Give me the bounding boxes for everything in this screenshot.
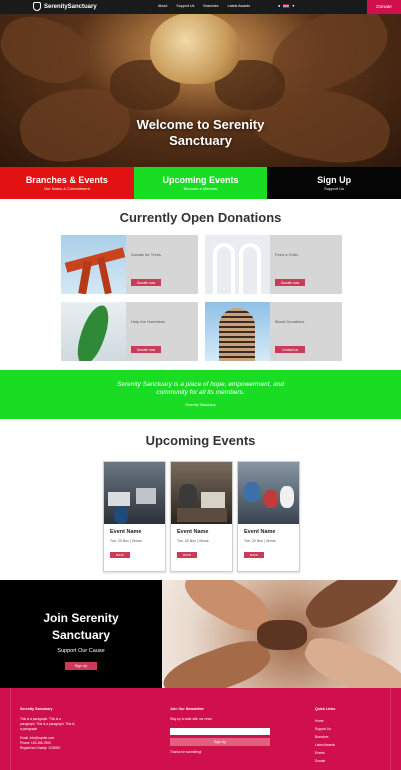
donate-now-button[interactable]: Donate now — [275, 279, 305, 286]
tile-title: Upcoming Events — [162, 175, 239, 185]
footer-about-heading: Serenity Sanctuary — [20, 707, 53, 711]
event-card: Event Name Tue, 20 Nov | Venue RSVP — [237, 461, 300, 572]
donation-card: Donate for Trees Donate now — [61, 235, 198, 294]
arm-shape — [257, 620, 307, 650]
events-title: Upcoming Events — [145, 433, 256, 448]
join-panel: Join Serenity Sanctuary Support Our Caus… — [0, 580, 162, 688]
newsletter-email-input[interactable] — [170, 728, 270, 735]
shield-icon — [33, 2, 41, 11]
newsletter-subtitle: Stay up to date with our news — [170, 717, 212, 721]
join-sign-up-button[interactable]: Sign Up — [65, 662, 97, 670]
tile-subtitle: Our Notes & Commitment — [43, 186, 90, 191]
contact-us-button[interactable]: Contact us — [275, 346, 305, 353]
footer-link-donate[interactable]: Donate — [315, 757, 335, 765]
tile-title: Sign Up — [317, 175, 352, 185]
footer-link-branches[interactable]: Branches — [315, 733, 335, 741]
newsletter-sign-up-button[interactable]: Sign Up — [170, 738, 270, 746]
nav-link-awards[interactable]: Latest Awards — [228, 4, 251, 8]
tile-subtitle: Become a Member — [183, 186, 218, 191]
chevron-down-icon[interactable]: ▾ — [292, 3, 294, 8]
rsvp-button[interactable]: RSVP — [244, 552, 264, 558]
donation-label: Donate for Trees — [131, 252, 161, 257]
hero-title: Welcome to Serenity Sanctuary — [0, 117, 401, 149]
footer-link-awards[interactable]: Latest Awards — [315, 741, 335, 749]
donate-button[interactable]: Donate — [367, 0, 401, 14]
event-meta: Tue, 20 Nov | Venue — [177, 539, 209, 543]
tile-title: Branches & Events — [25, 175, 108, 185]
mission-line-2: community for all its members. — [156, 389, 245, 396]
footer-divider — [390, 688, 391, 770]
footer-quick-links: Quick Links Home Support Us Branches Lat… — [315, 707, 335, 765]
nav-links: About Support Us Branches Latest Awards — [158, 4, 250, 8]
branches-events-tile[interactable]: Branches & Events Our Notes & Commitment — [0, 167, 134, 199]
nav-link-support[interactable]: Support Us — [176, 4, 194, 8]
footer-charity-number: Registered Charity: 1234567 — [20, 746, 61, 750]
leaf-image — [61, 302, 126, 361]
event-card: Event Name Tue, 20 Nov | Venue RSVP — [103, 461, 166, 572]
nav-tools: ● ▾ — [278, 3, 294, 8]
sculpture-image — [61, 235, 126, 294]
event-card: Event Name Tue, 20 Nov | Venue RSVP — [170, 461, 233, 572]
donation-card: Help the Homeless Donate now — [61, 302, 198, 361]
arches-image — [205, 235, 270, 294]
donate-now-button[interactable]: Donate now — [131, 346, 161, 353]
nav-link-branches[interactable]: Branches — [203, 4, 218, 8]
event-image — [104, 462, 165, 524]
quick-links-heading: Quick Links — [315, 707, 336, 711]
sign-up-tile[interactable]: Sign Up Support Us — [267, 167, 401, 199]
arm-shape — [298, 628, 401, 688]
footer-about: Serenity Sanctuary This is a paragraph. … — [20, 707, 74, 751]
hero-title-line-1: Welcome to Serenity — [136, 117, 265, 132]
grain-bowl — [150, 12, 240, 84]
nav-link-about[interactable]: About — [158, 4, 167, 8]
newsletter-note: Thanks for submitting! — [170, 750, 202, 754]
event-name: Event Name — [110, 529, 142, 535]
footer-link-home[interactable]: Home — [315, 717, 335, 725]
event-meta: Tue, 20 Nov | Venue — [110, 539, 142, 543]
arm-shape — [298, 580, 401, 638]
mission-line-1: Serenity Sanctuary is a place of hope, e… — [117, 381, 284, 388]
join-title: Join Serenity Sanctuary — [0, 610, 162, 644]
mission-quote: Serenity Sanctuary is a place of hope, e… — [0, 381, 401, 397]
event-image — [238, 462, 299, 524]
hand-shape — [0, 6, 98, 94]
footer-newsletter: Join Our Newsletter Stay up to date with… — [170, 707, 270, 755]
join-title-line-1: Join Serenity — [43, 611, 119, 625]
hero-image: Welcome to Serenity Sanctuary — [0, 0, 401, 167]
stacked-hands-image — [162, 580, 401, 688]
brand-name: SerenitySanctuary — [44, 3, 97, 10]
event-name: Event Name — [177, 529, 209, 535]
tower-image — [205, 302, 270, 361]
footer-divider — [10, 688, 11, 770]
donation-label: Help the Homeless — [131, 319, 165, 324]
donation-label: Blood Donations — [275, 319, 305, 324]
hero-title-line-2: Sanctuary — [169, 133, 232, 148]
upcoming-events-tile[interactable]: Upcoming Events Become a Member — [133, 167, 268, 199]
top-nav: SerenitySanctuary About Support Us Branc… — [0, 0, 401, 14]
event-name: Event Name — [244, 529, 276, 535]
donate-now-button[interactable]: Donate now — [131, 279, 161, 286]
user-icon[interactable]: ● — [278, 3, 280, 8]
footer-link-support[interactable]: Support Us — [315, 725, 335, 733]
join-subtitle: Support Our Cause — [57, 648, 105, 654]
join-title-line-2: Sanctuary — [51, 628, 111, 642]
donation-label: Feed a Child — [275, 252, 298, 257]
mission-author: Serenity Sanctuary — [185, 403, 216, 407]
rsvp-button[interactable]: RSVP — [177, 552, 197, 558]
flag-icon[interactable] — [283, 3, 290, 8]
rsvp-button[interactable]: RSVP — [110, 552, 130, 558]
footer-link-events[interactable]: Events — [315, 749, 335, 757]
logo[interactable]: SerenitySanctuary — [33, 2, 97, 11]
event-image — [171, 462, 232, 524]
tile-subtitle: Support Us — [324, 186, 345, 191]
newsletter-heading: Join Our Newsletter — [170, 707, 204, 711]
donation-card: Blood Donations Contact us — [205, 302, 342, 361]
event-meta: Tue, 20 Nov | Venue — [244, 539, 276, 543]
donation-card: Feed a Child Donate now — [205, 235, 342, 294]
feature-bar: Branches & Events Our Notes & Commitment… — [0, 167, 401, 199]
donations-title: Currently Open Donations — [119, 210, 282, 225]
footer: Serenity Sanctuary This is a paragraph. … — [0, 688, 401, 770]
mission-banner: Serenity Sanctuary is a place of hope, e… — [0, 370, 401, 419]
